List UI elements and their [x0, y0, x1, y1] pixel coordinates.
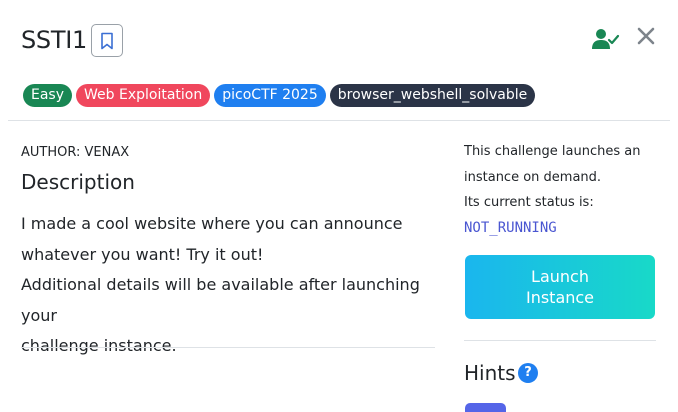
challenge-modal: SSTI1 Easy Web Exploitation picoCTF 2025… — [0, 0, 678, 412]
instance-info: This challenge launches an instance on d… — [464, 139, 664, 216]
description-body: I made a cool website where you can anno… — [21, 209, 441, 362]
author-line: AUTHOR: VENAX — [21, 145, 130, 160]
instance-info-line: instance on demand. — [464, 169, 602, 185]
launch-instance-button[interactable]: Launch Instance — [465, 255, 655, 319]
question-circle-icon[interactable]: ? — [518, 363, 538, 383]
user-check-icon[interactable] — [592, 27, 620, 51]
tag-category: Web Exploitation — [76, 84, 211, 107]
instance-info-line: This challenge launches an — [464, 144, 641, 159]
description-line: Additional details will be available aft… — [21, 275, 420, 325]
instance-info-line: Its current status is: — [464, 195, 594, 210]
tag-event: picoCTF 2025 — [214, 84, 326, 107]
hints-heading: Hints — [464, 361, 516, 385]
close-icon[interactable] — [637, 27, 655, 45]
tag-list: Easy Web Exploitation picoCTF 2025 brows… — [23, 84, 536, 107]
bookmark-icon — [101, 32, 113, 49]
challenge-title: SSTI1 — [21, 26, 87, 54]
sidebar-divider — [464, 340, 656, 341]
hint-button[interactable] — [465, 403, 506, 412]
description-divider — [21, 347, 435, 348]
bookmark-button[interactable] — [91, 24, 123, 57]
launch-button-label-line: Instance — [525, 288, 595, 307]
description-heading: Description — [21, 170, 135, 194]
tag-difficulty: Easy — [23, 84, 73, 107]
tag-webshell: browser_webshell_solvable — [329, 84, 536, 107]
instance-status: NOT_RUNNING — [464, 220, 557, 236]
header-divider — [8, 120, 670, 121]
description-line: whatever you want! Try it out! — [21, 244, 264, 264]
launch-button-label-line: Launch — [531, 267, 589, 286]
description-line: I made a cool website where you can anno… — [21, 214, 403, 233]
